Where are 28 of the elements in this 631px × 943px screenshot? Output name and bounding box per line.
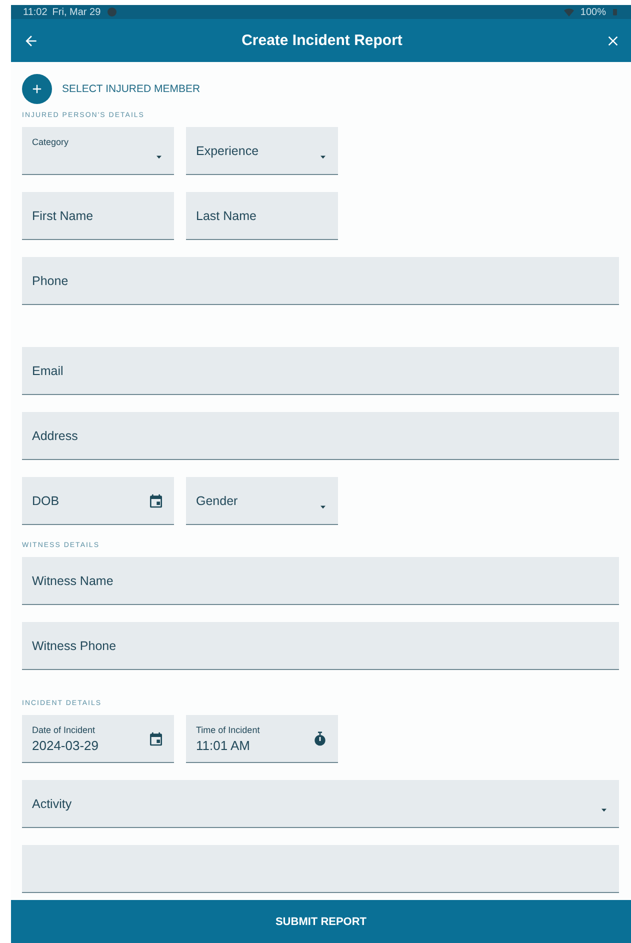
input-field[interactable]: Time of Incident 11:01 AM <box>186 715 338 763</box>
input-field[interactable]: Email <box>22 347 619 395</box>
dropdown-field[interactable]: Category <box>22 127 174 175</box>
battery-icon <box>611 6 619 18</box>
dropdown-field[interactable]: Experience <box>186 127 338 175</box>
notification-icon <box>106 6 118 18</box>
submit-report-button[interactable]: SUBMIT REPORT <box>11 900 631 943</box>
dropdown-field[interactable]: Activity <box>22 780 619 828</box>
dropdown-field[interactable]: Gender <box>186 477 338 525</box>
status-time: 11:02 <box>23 6 48 18</box>
input-field[interactable]: First Name <box>22 192 174 240</box>
screen-title: Create Incident Report <box>242 32 402 49</box>
calendar-icon[interactable] <box>148 492 164 508</box>
status-date: Fri, Mar 29 <box>52 6 101 18</box>
input-field[interactable]: Date of Incident 2024-03-29 <box>22 715 174 763</box>
battery-level: 100% <box>580 6 606 18</box>
input-field[interactable] <box>22 845 619 893</box>
plus-icon <box>22 74 52 104</box>
input-field[interactable]: Witness Name <box>22 557 619 605</box>
input-field[interactable]: Last Name <box>186 192 338 240</box>
calendar-icon[interactable] <box>148 730 164 746</box>
input-field[interactable]: DOB <box>22 477 174 525</box>
wifi-icon <box>563 6 576 18</box>
input-field[interactable]: Address <box>22 412 619 460</box>
input-field[interactable]: Witness Phone <box>22 622 619 670</box>
select-member-button[interactable]: SELECT INJURED MEMBER <box>22 74 200 104</box>
input-field[interactable]: Phone <box>22 257 619 305</box>
stopwatch-icon[interactable] <box>312 730 328 746</box>
